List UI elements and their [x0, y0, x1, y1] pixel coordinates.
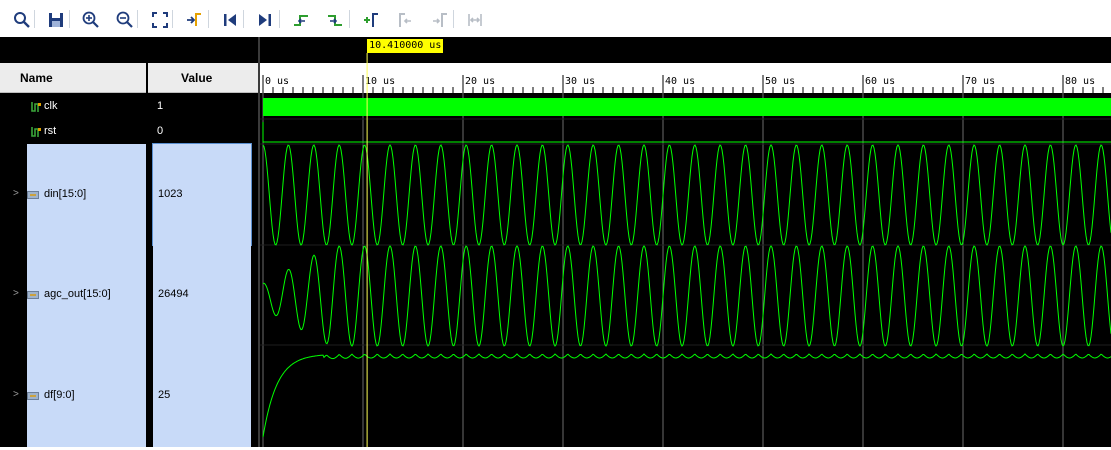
- zoom-out-icon: [116, 11, 133, 28]
- toolbar-separator: [453, 10, 454, 28]
- toolbar-separator: [34, 10, 35, 28]
- bus-signal-icon: [27, 190, 39, 199]
- value-column-header[interactable]: Value: [148, 63, 258, 93]
- ruler-tick-label: 70 us: [965, 76, 995, 87]
- df-waveform: [262, 353, 1111, 438]
- previous-transition-icon: [294, 15, 308, 26]
- swap-cursors-button[interactable]: [464, 9, 486, 31]
- zoom-fit-button[interactable]: [149, 9, 171, 31]
- bus-signal-icon: [27, 291, 39, 299]
- ruler-tick-label: 0 us: [265, 76, 289, 87]
- toolbar-separator: [69, 10, 70, 28]
- signal-name-panel: Name clk rst > din[15:0] > agc_out[15:0] > df[9…: [0, 37, 148, 447]
- cursor-time-label[interactable]: 10.410000 us: [367, 39, 444, 53]
- save-icon: [49, 13, 63, 27]
- previous-transition-button[interactable]: [290, 9, 312, 31]
- signal-value: 26494: [158, 288, 189, 300]
- ruler-tick-label: 40 us: [665, 76, 695, 87]
- signal-value: 1: [157, 99, 164, 112]
- signal-value-panel: Value 1 0 1023 26494 25: [148, 37, 258, 447]
- go-to-time-zero-icon: [224, 14, 236, 26]
- ruler-tick-label: 10 us: [365, 76, 395, 87]
- toolbar-separator: [137, 10, 138, 28]
- signal-row-1[interactable]: rst: [0, 119, 146, 144]
- signal-row-2[interactable]: > din[15:0]: [13, 144, 146, 245]
- go-to-time-zero-button[interactable]: [219, 9, 241, 31]
- din-waveform: [262, 144, 1111, 246]
- go-to-last-time-icon: [259, 14, 271, 26]
- next-transition-icon: [328, 15, 342, 26]
- toolbar-separator: [172, 10, 173, 28]
- ruler-tick-label: 50 us: [765, 76, 795, 87]
- zoom-in-icon: [82, 11, 99, 28]
- signal-value-cell[interactable]: 1023: [152, 143, 252, 246]
- expand-chevron-icon[interactable]: >: [13, 288, 19, 299]
- add-marker-button[interactable]: [360, 9, 382, 31]
- next-marker-button[interactable]: [429, 9, 451, 31]
- bit-signal-icon: [31, 101, 41, 112]
- previous-marker-icon: [399, 13, 411, 27]
- waveform-plot: 0 us 10 us 20 us 30 us 40 us 50 us 60 us 70 us 8…: [260, 53, 1111, 447]
- signal-value: 0: [157, 124, 164, 137]
- next-marker-icon: [433, 13, 447, 27]
- toolbar-separator: [349, 10, 350, 28]
- expand-chevron-icon[interactable]: >: [13, 188, 19, 199]
- ruler-tick-label: 20 us: [465, 76, 495, 87]
- search-icon: [14, 12, 30, 28]
- signal-name: clk: [44, 99, 58, 112]
- signal-value-cell[interactable]: 1: [148, 94, 258, 119]
- ruler-tick-label: 30 us: [565, 76, 595, 87]
- agc-out-waveform: [262, 245, 1111, 347]
- swap-cursors-icon: [468, 14, 482, 26]
- bit-signal-icon: [31, 126, 41, 137]
- waveform-canvas[interactable]: 10.410000 us 0 us 10 us 20 us 30 us 40 us 50 …: [260, 37, 1111, 447]
- save-button[interactable]: [45, 9, 67, 31]
- toolbar-separator: [208, 10, 209, 28]
- go-to-last-time-button[interactable]: [254, 9, 276, 31]
- toolbar-separator: [279, 10, 280, 28]
- signal-name: din[15:0]: [44, 187, 87, 200]
- go-to-cursor-button[interactable]: [183, 9, 205, 31]
- signal-value: 1023: [158, 187, 183, 200]
- zoom-fit-icon: [152, 12, 168, 28]
- signal-value-cell[interactable]: 25: [153, 345, 251, 447]
- toolbar-separator: [243, 10, 244, 28]
- bus-signal-icon: [27, 392, 39, 400]
- clk-waveform: [263, 98, 1111, 116]
- signal-value-cell[interactable]: 26494: [153, 245, 251, 345]
- signal-name: agc_out[15:0]: [44, 288, 111, 300]
- signal-value: 25: [158, 389, 171, 401]
- signal-row-4[interactable]: > df[9:0]: [13, 345, 146, 447]
- waveform-toolbar: [0, 0, 1111, 37]
- go-to-cursor-icon: [187, 13, 201, 26]
- rst-waveform: [262, 122, 1111, 143]
- previous-marker-button[interactable]: [394, 9, 416, 31]
- name-column-header[interactable]: Name: [0, 63, 146, 93]
- add-marker-icon: [364, 13, 378, 27]
- signal-row-0[interactable]: clk: [0, 94, 146, 119]
- signal-row-3[interactable]: > agc_out[15:0]: [13, 245, 146, 345]
- signal-value-cell[interactable]: 0: [148, 119, 258, 144]
- zoom-in-button[interactable]: [80, 9, 102, 31]
- zoom-out-button[interactable]: [114, 9, 136, 31]
- ruler-tick-label: 80 us: [1065, 76, 1095, 87]
- signal-name: rst: [44, 124, 57, 137]
- ruler-tick-label: 60 us: [865, 76, 895, 87]
- next-transition-button[interactable]: [324, 9, 346, 31]
- expand-chevron-icon[interactable]: >: [13, 389, 19, 400]
- search-button[interactable]: [11, 9, 33, 31]
- signal-name: df[9:0]: [44, 389, 75, 401]
